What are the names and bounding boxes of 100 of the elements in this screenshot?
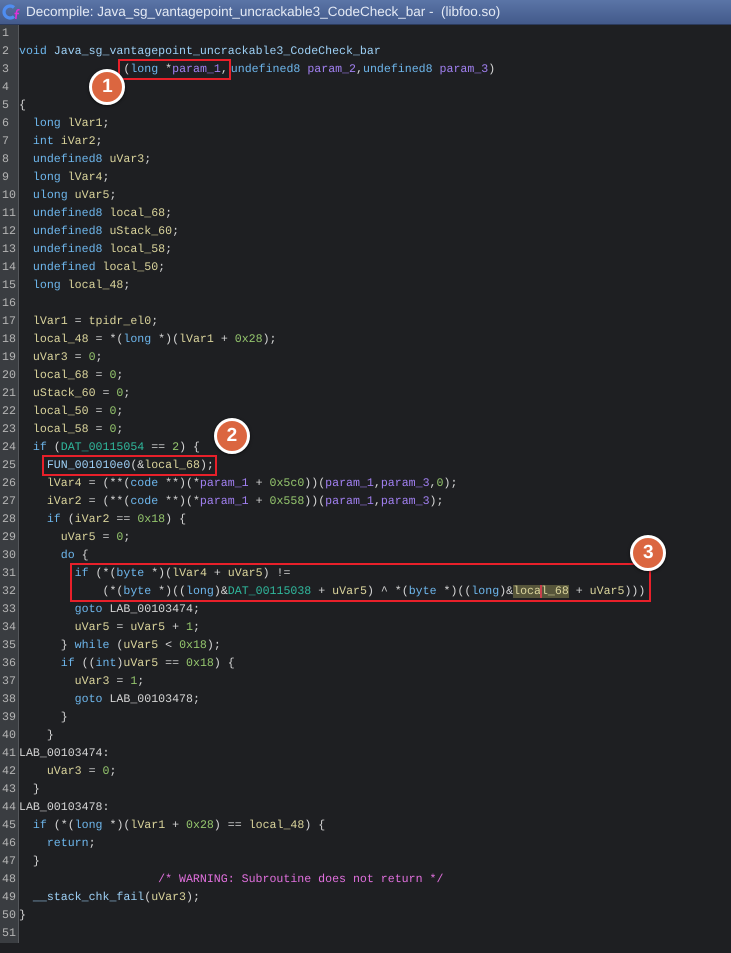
code-line: iVar2 = (**(code **)(*param_1 + 0x558))(param_1,param_3); xyxy=(46,494,444,509)
code-line: if (DAT_00115054 == 2) { xyxy=(32,440,200,455)
code-line: } xyxy=(46,728,54,743)
line-number: 47 xyxy=(1,854,16,870)
line-number: 11 xyxy=(1,206,16,222)
line-number: 17 xyxy=(1,314,16,330)
line-number: 36 xyxy=(1,656,16,672)
decompile-icon xyxy=(2,3,22,21)
code-line: lVar1 = tpidr_el0; xyxy=(32,314,158,329)
code-line: uStack_60 = 0; xyxy=(32,386,130,401)
line-number: 20 xyxy=(1,368,16,384)
line-number: 13 xyxy=(1,242,16,258)
callout-marker: 3 xyxy=(630,535,666,571)
code-line: local_48 = *(long *)(lVar1 + 0x28); xyxy=(32,332,276,347)
line-number: 16 xyxy=(1,296,16,312)
code-line: if ((int)uVar5 == 0x18) { xyxy=(60,656,235,671)
line-number: 33 xyxy=(1,602,16,618)
line-number: 39 xyxy=(1,710,16,726)
code-line: uVar5 = 0; xyxy=(60,530,130,545)
callout-marker: 2 xyxy=(214,418,250,454)
line-number: 27 xyxy=(1,494,16,510)
line-number: 21 xyxy=(1,386,16,402)
code-line: return; xyxy=(46,836,96,851)
window-title: Decompile: Java_sg_vantagepoint_uncrackable3_CodeCheck_bar - (libfoo.so) xyxy=(26,2,500,21)
code-line: } while (uVar5 < 0x18); xyxy=(60,638,221,653)
line-number: 29 xyxy=(1,530,16,546)
code-line: undefined local_50; xyxy=(32,260,166,275)
code-line: } xyxy=(60,710,68,725)
line-number: 32 xyxy=(1,584,16,600)
code-line: uVar3 = 1; xyxy=(74,674,144,689)
code-line: uVar5 = uVar5 + 1; xyxy=(74,620,200,635)
line-number: 43 xyxy=(1,782,16,798)
framed-code: FUN_001010e0(&local_68); xyxy=(42,455,217,476)
code-line: /* WARNING: Subroutine does not return */ xyxy=(157,872,444,887)
line-number: 4 xyxy=(1,80,9,96)
line-number: 19 xyxy=(1,350,16,366)
code-fragment: undefined8 param_2,undefined8 param_3) xyxy=(230,63,496,76)
line-number: 45 xyxy=(1,818,16,834)
code-line: undefined8 uVar3; xyxy=(32,152,152,167)
code-line: } xyxy=(19,908,26,923)
line-number: 8 xyxy=(1,152,9,168)
line-number: 1 xyxy=(1,26,9,42)
code-line: } xyxy=(32,854,40,869)
code-line: local_50 = 0; xyxy=(32,404,124,419)
code-line: int iVar2; xyxy=(32,134,103,149)
line-number: 50 xyxy=(1,908,16,924)
line-number: 35 xyxy=(1,638,16,654)
line-number: 22 xyxy=(1,404,16,420)
code-line: goto LAB_00103474; xyxy=(74,602,200,617)
code-line: long lVar1; xyxy=(32,116,110,131)
line-number: 25 xyxy=(1,458,16,474)
line-number: 15 xyxy=(1,278,16,294)
code-line: LAB_00103478: xyxy=(19,800,110,815)
line-number: 37 xyxy=(1,674,16,690)
code-line: long local_48; xyxy=(32,278,130,293)
line-number: 26 xyxy=(1,476,16,492)
code-line: __stack_chk_fail(uVar3); xyxy=(32,890,200,905)
code-line: do { xyxy=(60,548,89,563)
code-line: } xyxy=(32,782,40,797)
line-number: 3 xyxy=(1,62,9,78)
line-number: 7 xyxy=(1,134,9,150)
code-line: if (*(long *)(lVar1 + 0x28) == local_48) { xyxy=(32,818,326,833)
code-line: uVar3 = 0; xyxy=(46,764,116,779)
line-number: 18 xyxy=(1,332,16,348)
line-number: 40 xyxy=(1,728,16,744)
code-line: goto LAB_00103478; xyxy=(74,692,200,707)
line-number: 14 xyxy=(1,260,16,276)
line-number: 38 xyxy=(1,692,16,708)
code-line: undefined8 local_68; xyxy=(32,206,172,221)
code-line: ulong uVar5; xyxy=(32,188,116,203)
line-number: 49 xyxy=(1,890,16,906)
code-line: if (*(byte *)(lVar4 + uVar5) != xyxy=(74,566,290,581)
callout-marker: 1 xyxy=(89,69,126,105)
code-line: local_58 = 0; xyxy=(32,422,124,437)
line-number: 23 xyxy=(1,422,16,438)
code-line: undefined8 uStack_60; xyxy=(32,224,180,239)
line-number: 9 xyxy=(1,170,9,186)
line-number: 6 xyxy=(1,116,9,132)
line-number: 46 xyxy=(1,836,16,852)
line-number: 12 xyxy=(1,224,16,240)
code-line: uVar3 = 0; xyxy=(32,350,103,365)
code-line: local_68 = 0; xyxy=(32,368,124,383)
line-number: 51 xyxy=(1,926,16,942)
line-number: 48 xyxy=(1,872,16,888)
framed-code: (long *param_1, xyxy=(118,59,231,80)
line-number: 24 xyxy=(1,440,16,456)
code-line: void Java_sg_vantagepoint_uncrackable3_CodeCheck_bar xyxy=(19,44,381,59)
line-number: 5 xyxy=(1,98,9,114)
code-line: long lVar4; xyxy=(32,170,110,185)
code-line: (*(byte *)((long)&DAT_00115038 + uVar5) ^ *(byte *)((long)&loca l_68 + uVar5))) xyxy=(101,584,646,599)
text-cursor xyxy=(540,585,542,598)
code-line: { xyxy=(19,98,26,113)
code-line: LAB_00103474: xyxy=(19,746,110,761)
line-number: 2 xyxy=(1,44,9,60)
code-line: undefined8 local_58; xyxy=(32,242,172,257)
line-number: 34 xyxy=(1,620,16,636)
code-line: if (iVar2 == 0x18) { xyxy=(46,512,186,527)
line-number: 41 xyxy=(1,746,16,762)
line-number: 30 xyxy=(1,548,16,564)
line-number: 44 xyxy=(1,800,16,816)
